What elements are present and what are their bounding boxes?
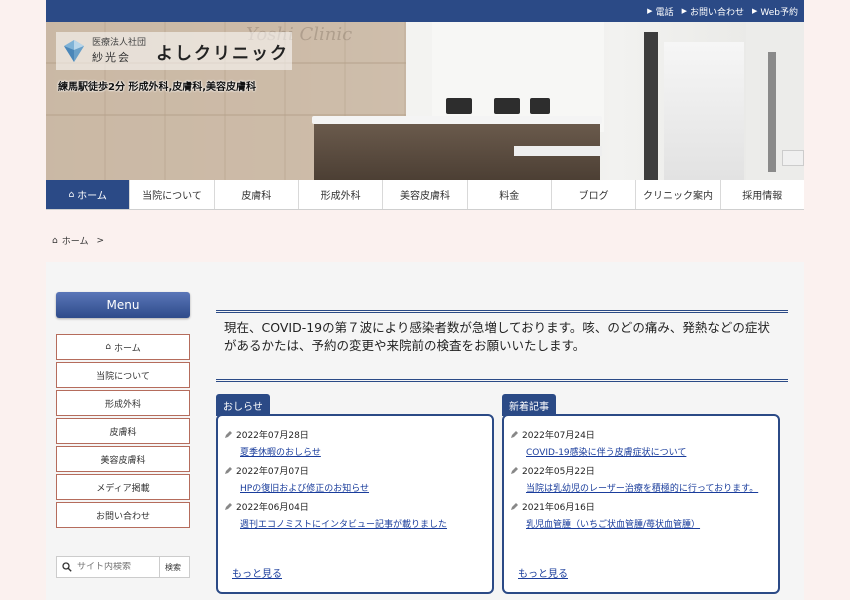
corp-subname: 紗光会 bbox=[92, 50, 131, 64]
top-bar: ▶ 電話 ▶ お問い合わせ ▶ Web予約 bbox=[46, 0, 804, 22]
nav-item-label: ブログ bbox=[578, 191, 609, 202]
nav-item-blog[interactable]: ブログ bbox=[552, 180, 637, 209]
sidebar-item-label: 皮膚科 bbox=[109, 427, 137, 438]
sidebar-item-dermatology[interactable]: 皮膚科 bbox=[56, 418, 190, 444]
sidebar-item-label: ホーム bbox=[113, 343, 141, 354]
nav-item-label: 料金 bbox=[499, 191, 520, 202]
sidebar-item-plastic-surgery[interactable]: 形成外科 bbox=[56, 390, 190, 416]
entry-date: 2022年07月24日 bbox=[522, 431, 595, 441]
logo-mark-icon bbox=[64, 40, 84, 62]
list-item: 2021年06月16日 乳児血管腫（いちご状血管腫/苺状血管腫） bbox=[510, 500, 774, 530]
pen-icon bbox=[225, 466, 232, 474]
list-item: 2022年07月07日 HPの復旧および修正のお知らせ bbox=[224, 464, 488, 494]
breadcrumb-home[interactable]: ホーム bbox=[62, 234, 89, 247]
entry-date: 2021年06月16日 bbox=[522, 503, 595, 513]
latest-list: 2022年07月24日 COVID-19感染に伴う皮膚症状について 2022年0… bbox=[510, 428, 774, 536]
breadcrumb-separator: > bbox=[96, 235, 104, 246]
web-reservation-link[interactable]: ▶ Web予約 bbox=[752, 5, 798, 18]
entry-link[interactable]: 当院は乳幼児のレーザー治療を積極的に行っております。 bbox=[526, 481, 774, 494]
news-box: 2022年07月28日 夏季休暇のおしらせ 2022年07月07日 HPの復旧お… bbox=[216, 414, 494, 594]
list-item: 2022年07月24日 COVID-19感染に伴う皮膚症状について bbox=[510, 428, 774, 458]
page-header: ▶ 電話 ▶ お問い合わせ ▶ Web予約 Yoshi Clinic 医療法人社… bbox=[46, 0, 804, 210]
search-icon bbox=[57, 562, 77, 572]
main-nav: ⌂ ホーム 当院について 皮膚科 形成外科 美容皮膚科 料金 ブログ クリニック案… bbox=[46, 180, 804, 210]
sidebar-menu: ⌂ ホーム 当院について 形成外科 皮膚科 美容皮膚科 メディア掲載 お問い合わせ bbox=[56, 334, 190, 530]
list-item: 2022年07月28日 夏季休暇のおしらせ bbox=[224, 428, 488, 458]
nav-item-home[interactable]: ⌂ ホーム bbox=[46, 180, 131, 209]
entry-link[interactable]: 夏季休暇のおしらせ bbox=[240, 445, 488, 458]
clinic-name: よしクリニック bbox=[156, 43, 290, 64]
entry-link[interactable]: 乳児血管腫（いちご状血管腫/苺状血管腫） bbox=[526, 517, 774, 530]
entry-date: 2022年06月04日 bbox=[236, 503, 309, 513]
triangle-right-icon: ▶ bbox=[647, 7, 653, 15]
entry-link[interactable]: 週刊エコノミストにインタビュー記事が載りました bbox=[240, 517, 488, 530]
home-icon: ⌂ bbox=[68, 189, 75, 200]
list-item: 2022年06月04日 週刊エコノミストにインタビュー記事が載りました bbox=[224, 500, 488, 530]
nav-item-label: 採用情報 bbox=[742, 191, 783, 202]
entry-date: 2022年07月07日 bbox=[236, 467, 309, 477]
site-search: 検索 bbox=[56, 556, 190, 578]
sidebar-item-about[interactable]: 当院について bbox=[56, 362, 190, 388]
entry-link[interactable]: HPの復旧および修正のお知らせ bbox=[240, 481, 488, 494]
home-icon: ⌂ bbox=[105, 342, 111, 352]
entry-date: 2022年07月28日 bbox=[236, 431, 309, 441]
nav-item-recruit[interactable]: 採用情報 bbox=[721, 180, 804, 209]
pen-icon bbox=[511, 502, 518, 510]
breadcrumb: ⌂ ホーム > bbox=[52, 234, 104, 248]
sidebar-item-media[interactable]: メディア掲載 bbox=[56, 474, 190, 500]
content-panel: Menu ⌂ ホーム 当院について 形成外科 皮膚科 美容皮膚科 メディア掲載 お… bbox=[46, 262, 804, 600]
nav-item-label: 形成外科 bbox=[320, 191, 361, 202]
news-tab: おしらせ bbox=[216, 394, 270, 416]
news-more-link[interactable]: もっと見る bbox=[232, 565, 282, 580]
entry-link[interactable]: COVID-19感染に伴う皮膚症状について bbox=[526, 445, 774, 458]
nav-item-label: ホーム bbox=[77, 191, 107, 202]
home-icon: ⌂ bbox=[52, 235, 58, 246]
pen-icon bbox=[511, 466, 518, 474]
sidebar-item-contact[interactable]: お問い合わせ bbox=[56, 502, 190, 528]
nav-item-label: 当院について bbox=[142, 191, 202, 202]
covid-notice: 現在、COVID-19の第７波により感染者数が急増しております。咳、のどの痛み、… bbox=[216, 310, 788, 382]
pen-icon bbox=[225, 430, 232, 438]
nav-item-plastic-surgery[interactable]: 形成外科 bbox=[299, 180, 384, 209]
nav-item-pricing[interactable]: 料金 bbox=[468, 180, 552, 209]
news-list: 2022年07月28日 夏季休暇のおしらせ 2022年07月07日 HPの復旧お… bbox=[224, 428, 488, 536]
triangle-right-icon: ▶ bbox=[751, 7, 758, 15]
pen-icon bbox=[511, 430, 518, 438]
nav-item-label: クリニック案内 bbox=[642, 191, 713, 202]
phone-link-label: 電話 bbox=[655, 7, 674, 18]
contact-link-label: お問い合わせ bbox=[689, 7, 744, 18]
clinic-tagline: 練馬駅徒歩2分 形成外科,皮膚科,美容皮膚科 bbox=[58, 82, 257, 93]
latest-more-link[interactable]: もっと見る bbox=[518, 565, 568, 580]
sidebar-item-cosmetic-dermatology[interactable]: 美容皮膚科 bbox=[56, 446, 190, 472]
list-item: 2022年05月22日 当院は乳幼児のレーザー治療を積極的に行っております。 bbox=[510, 464, 774, 494]
sidebar-item-label: お問い合わせ bbox=[95, 511, 150, 522]
nav-item-clinic-info[interactable]: クリニック案内 bbox=[636, 180, 721, 209]
entry-date: 2022年05月22日 bbox=[522, 467, 595, 477]
nav-item-about[interactable]: 当院について bbox=[130, 180, 215, 209]
sidebar-item-label: 当院について bbox=[96, 371, 150, 382]
sidebar-item-label: メディア掲載 bbox=[96, 483, 150, 494]
contact-link[interactable]: ▶ お問い合わせ bbox=[682, 5, 744, 18]
sidebar-item-label: 形成外科 bbox=[104, 399, 141, 410]
web-reservation-link-label: Web予約 bbox=[760, 7, 798, 18]
sidebar-item-label: 美容皮膚科 bbox=[100, 455, 146, 466]
latest-box: 2022年07月24日 COVID-19感染に伴う皮膚症状について 2022年0… bbox=[502, 414, 780, 594]
nav-item-label: 皮膚科 bbox=[241, 191, 272, 202]
search-button[interactable]: 検索 bbox=[159, 557, 186, 577]
triangle-right-icon: ▶ bbox=[681, 7, 687, 15]
search-input[interactable] bbox=[77, 562, 159, 572]
latest-tab: 新着記事 bbox=[502, 394, 556, 416]
corp-name: 医療法人社団 bbox=[92, 37, 147, 48]
hero-image: Yoshi Clinic 医療法人社団 紗光会 よしクリニック 練馬駅徒歩2分 … bbox=[46, 22, 804, 180]
pen-icon bbox=[225, 502, 232, 510]
clinic-logo[interactable]: 医療法人社団 紗光会 よしクリニック bbox=[56, 32, 292, 70]
nav-item-dermatology[interactable]: 皮膚科 bbox=[215, 180, 299, 209]
phone-link[interactable]: ▶ 電話 bbox=[647, 5, 673, 18]
nav-item-label: 美容皮膚科 bbox=[399, 191, 450, 202]
nav-item-cosmetic-dermatology[interactable]: 美容皮膚科 bbox=[383, 180, 468, 209]
sidebar-item-home[interactable]: ⌂ ホーム bbox=[56, 334, 190, 360]
sidebar-menu-title: Menu bbox=[56, 292, 190, 318]
